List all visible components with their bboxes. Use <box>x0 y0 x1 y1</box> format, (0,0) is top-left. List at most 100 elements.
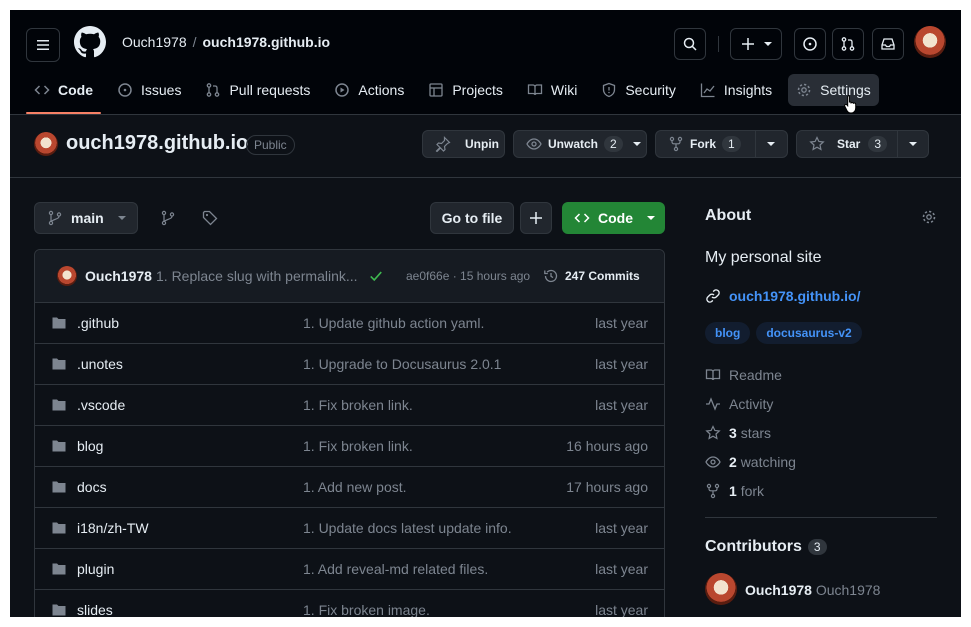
file-commit-message[interactable]: 1. Update github action yaml. <box>303 315 484 331</box>
check-icon[interactable] <box>369 269 383 283</box>
file-updated-time: 16 hours ago <box>566 438 648 454</box>
star-icon <box>705 425 721 441</box>
breadcrumb: Ouch1978 / ouch1978.github.io <box>122 34 330 50</box>
tab-security[interactable]: Security <box>593 74 684 106</box>
fork-dropdown[interactable] <box>754 131 787 157</box>
watch-button[interactable]: Unwatch 2 <box>513 130 647 158</box>
tab-actions[interactable]: Actions <box>326 74 412 106</box>
file-commit-message[interactable]: 1. Fix broken image. <box>303 602 430 617</box>
history-icon <box>543 268 559 284</box>
branches-icon[interactable] <box>160 210 176 226</box>
stars-count: 3 <box>729 425 737 441</box>
pull-requests-button[interactable] <box>832 28 864 60</box>
tab-pull-requests[interactable]: Pull requests <box>197 74 318 106</box>
latest-commit: Ouch1978 1. Replace slug with permalink.… <box>35 250 664 303</box>
commit-message[interactable]: 1. Replace slug with permalink... <box>156 268 358 284</box>
create-new-button[interactable] <box>730 28 782 60</box>
go-to-file-button[interactable]: Go to file <box>430 202 514 234</box>
mouse-pointer-icon <box>844 94 858 114</box>
topic-tag[interactable]: blog <box>705 322 751 344</box>
file-commit-message[interactable]: 1. Add reveal-md related files. <box>303 561 488 577</box>
code-button[interactable]: Code <box>562 202 665 234</box>
add-file-button[interactable] <box>520 202 552 234</box>
stars-link[interactable]: 3 stars <box>705 425 771 441</box>
fork-label: Fork <box>690 137 717 151</box>
tab-wiki[interactable]: Wiki <box>519 74 585 106</box>
file-row[interactable]: .github 1. Update github action yaml. last… <box>35 303 664 344</box>
play-icon <box>334 82 350 98</box>
file-name[interactable]: .vscode <box>77 397 125 413</box>
breadcrumb-repo[interactable]: ouch1978.github.io <box>203 34 331 50</box>
tab-label: Code <box>58 82 93 98</box>
file-row[interactable]: docs 1. Add new post. 17 hours ago <box>35 467 664 508</box>
gear-icon[interactable] <box>921 209 937 225</box>
search-icon <box>682 36 698 52</box>
folder-icon <box>51 397 67 413</box>
user-avatar[interactable] <box>914 26 946 58</box>
file-row[interactable]: .unotes 1. Upgrade to Docusaurus 2.0.1 las… <box>35 344 664 385</box>
file-name[interactable]: slides <box>77 602 113 617</box>
repo-title[interactable]: ouch1978.github.io <box>66 132 248 155</box>
file-name[interactable]: .unotes <box>77 356 123 372</box>
tab-projects[interactable]: Projects <box>420 74 511 106</box>
about-title: About <box>705 207 752 224</box>
star-dropdown[interactable] <box>897 131 928 157</box>
tab-code[interactable]: Code <box>26 74 101 114</box>
forks-link[interactable]: 1 fork <box>705 483 764 499</box>
contributors-title: Contributors <box>705 538 802 555</box>
file-list: Ouch1978 1. Replace slug with permalink.… <box>34 249 665 617</box>
caret-down-icon <box>117 214 126 222</box>
topic-tag[interactable]: docusaurus-v2 <box>756 322 862 344</box>
file-name[interactable]: .github <box>77 315 119 331</box>
file-row[interactable]: plugin 1. Add reveal-md related files. las… <box>35 549 664 590</box>
inbox-button[interactable] <box>872 28 904 60</box>
tab-settings[interactable]: Settings <box>788 74 879 106</box>
homepage-link[interactable]: ouch1978.github.io/ <box>705 288 860 304</box>
contributor-name[interactable]: Ouch1978 Ouch1978 <box>745 582 880 598</box>
book-icon <box>527 82 543 98</box>
caret-down-icon <box>767 140 776 148</box>
file-name[interactable]: blog <box>77 438 103 454</box>
folder-icon <box>51 520 67 536</box>
branch-icon <box>47 210 63 226</box>
file-row[interactable]: slides 1. Fix broken image. last year <box>35 590 664 617</box>
star-button[interactable]: Star 3 <box>797 131 897 157</box>
contributor-avatar[interactable] <box>705 573 737 605</box>
file-row[interactable]: .vscode 1. Fix broken link. last year <box>35 385 664 426</box>
file-commit-message[interactable]: 1. Update docs latest update info. <box>303 520 512 536</box>
commit-count[interactable]: 247 Commits <box>543 268 640 284</box>
search-button[interactable] <box>674 28 706 60</box>
file-commit-message[interactable]: 1. Upgrade to Docusaurus 2.0.1 <box>303 356 501 372</box>
file-name[interactable]: docs <box>77 479 107 495</box>
issues-button[interactable] <box>794 28 826 60</box>
tab-label: Actions <box>358 82 405 98</box>
sidebar-divider <box>705 517 937 518</box>
watching-link[interactable]: 2 watching <box>705 454 796 470</box>
file-commit-message[interactable]: 1. Add new post. <box>303 479 407 495</box>
file-commit-message[interactable]: 1. Fix broken link. <box>303 438 413 454</box>
contributors-heading[interactable]: Contributors 3 <box>705 538 827 556</box>
code-icon <box>34 82 50 98</box>
commit-author[interactable]: Ouch1978 <box>85 268 152 284</box>
activity-link[interactable]: Activity <box>705 396 773 412</box>
menu-button[interactable] <box>26 28 60 62</box>
tab-insights[interactable]: Insights <box>692 74 780 106</box>
github-logo-icon[interactable] <box>74 26 106 58</box>
file-updated-time: last year <box>595 520 648 536</box>
readme-link[interactable]: Readme <box>705 367 782 383</box>
tag-icon[interactable] <box>202 210 218 226</box>
contributor-fullname: Ouch1978 <box>815 582 881 598</box>
tab-issues[interactable]: Issues <box>109 74 189 106</box>
file-commit-message[interactable]: 1. Fix broken link. <box>303 397 413 413</box>
file-name[interactable]: i18n/zh-TW <box>77 520 149 536</box>
contributors-count: 3 <box>807 539 827 555</box>
commit-sha-time[interactable]: ae0f66e · 15 hours ago <box>406 269 530 283</box>
file-name[interactable]: plugin <box>77 561 114 577</box>
commit-author-avatar[interactable] <box>57 266 77 286</box>
breadcrumb-owner[interactable]: Ouch1978 <box>122 34 187 50</box>
unpin-button[interactable]: Unpin <box>422 130 505 158</box>
fork-button[interactable]: Fork 1 <box>656 131 755 157</box>
file-row[interactable]: blog 1. Fix broken link. 16 hours ago <box>35 426 664 467</box>
branch-selector[interactable]: main <box>34 202 138 234</box>
file-row[interactable]: i18n/zh-TW 1. Update docs latest update i… <box>35 508 664 549</box>
